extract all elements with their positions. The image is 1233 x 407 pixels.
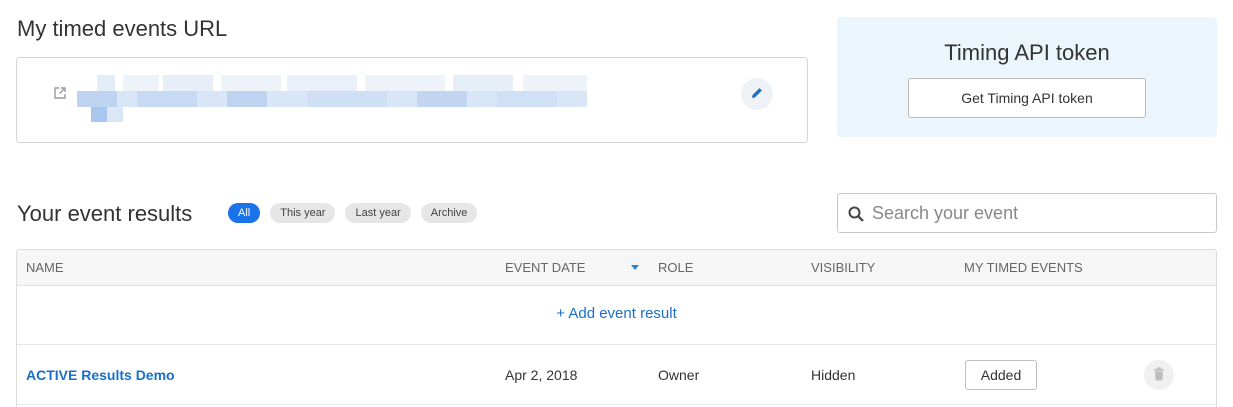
- timing-api-token-title: Timing API token: [944, 40, 1110, 65]
- event-name-link[interactable]: ACTIVE Results Demo: [26, 367, 175, 383]
- trash-icon: [1153, 367, 1165, 384]
- event-results-title: Your event results: [17, 201, 193, 226]
- filter-last-year[interactable]: Last year: [345, 203, 411, 223]
- delete-event-button[interactable]: [1144, 360, 1174, 390]
- header-role[interactable]: ROLE: [658, 260, 693, 275]
- add-event-row: + Add event result: [17, 286, 1216, 345]
- event-visibility: Hidden: [811, 367, 856, 383]
- search-icon: [848, 206, 864, 222]
- event-role: Owner: [658, 367, 700, 383]
- table-header: NAME EVENT DATE ROLE VISIBILITY MY TIMED…: [17, 250, 1216, 286]
- timed-events-url-card: [16, 57, 808, 143]
- header-visibility[interactable]: VISIBILITY: [811, 260, 875, 275]
- get-timing-api-token-button[interactable]: Get Timing API token: [908, 78, 1146, 118]
- header-my-timed-events[interactable]: MY TIMED EVENTS: [964, 260, 1083, 275]
- external-link-icon[interactable]: [53, 86, 67, 100]
- added-button[interactable]: Added: [965, 360, 1037, 390]
- timed-events-url-title: My timed events URL: [17, 16, 228, 41]
- filter-all[interactable]: All: [228, 203, 261, 223]
- event-filter-pills: All This year Last year Archive: [228, 203, 478, 223]
- sort-desc-icon[interactable]: [631, 265, 639, 270]
- add-event-result-link[interactable]: + Add event result: [17, 305, 1216, 322]
- event-results-table: NAME EVENT DATE ROLE VISIBILITY MY TIMED…: [16, 249, 1217, 407]
- header-event-date[interactable]: EVENT DATE: [505, 260, 585, 275]
- filter-this-year[interactable]: This year: [270, 203, 336, 223]
- timing-api-token-card: Timing API token Get Timing API token: [837, 17, 1217, 137]
- edit-url-button[interactable]: [741, 78, 773, 110]
- filter-archive[interactable]: Archive: [420, 203, 478, 223]
- header-name[interactable]: NAME: [26, 260, 64, 275]
- event-date: Apr 2, 2018: [505, 367, 578, 383]
- redacted-url-value[interactable]: [77, 75, 587, 122]
- search-event-box: [837, 193, 1217, 233]
- pencil-icon: [750, 86, 764, 103]
- search-event-input[interactable]: [872, 194, 1202, 232]
- table-row: ACTIVE Results Demo Apr 2, 2018 Owner Hi…: [17, 345, 1216, 405]
